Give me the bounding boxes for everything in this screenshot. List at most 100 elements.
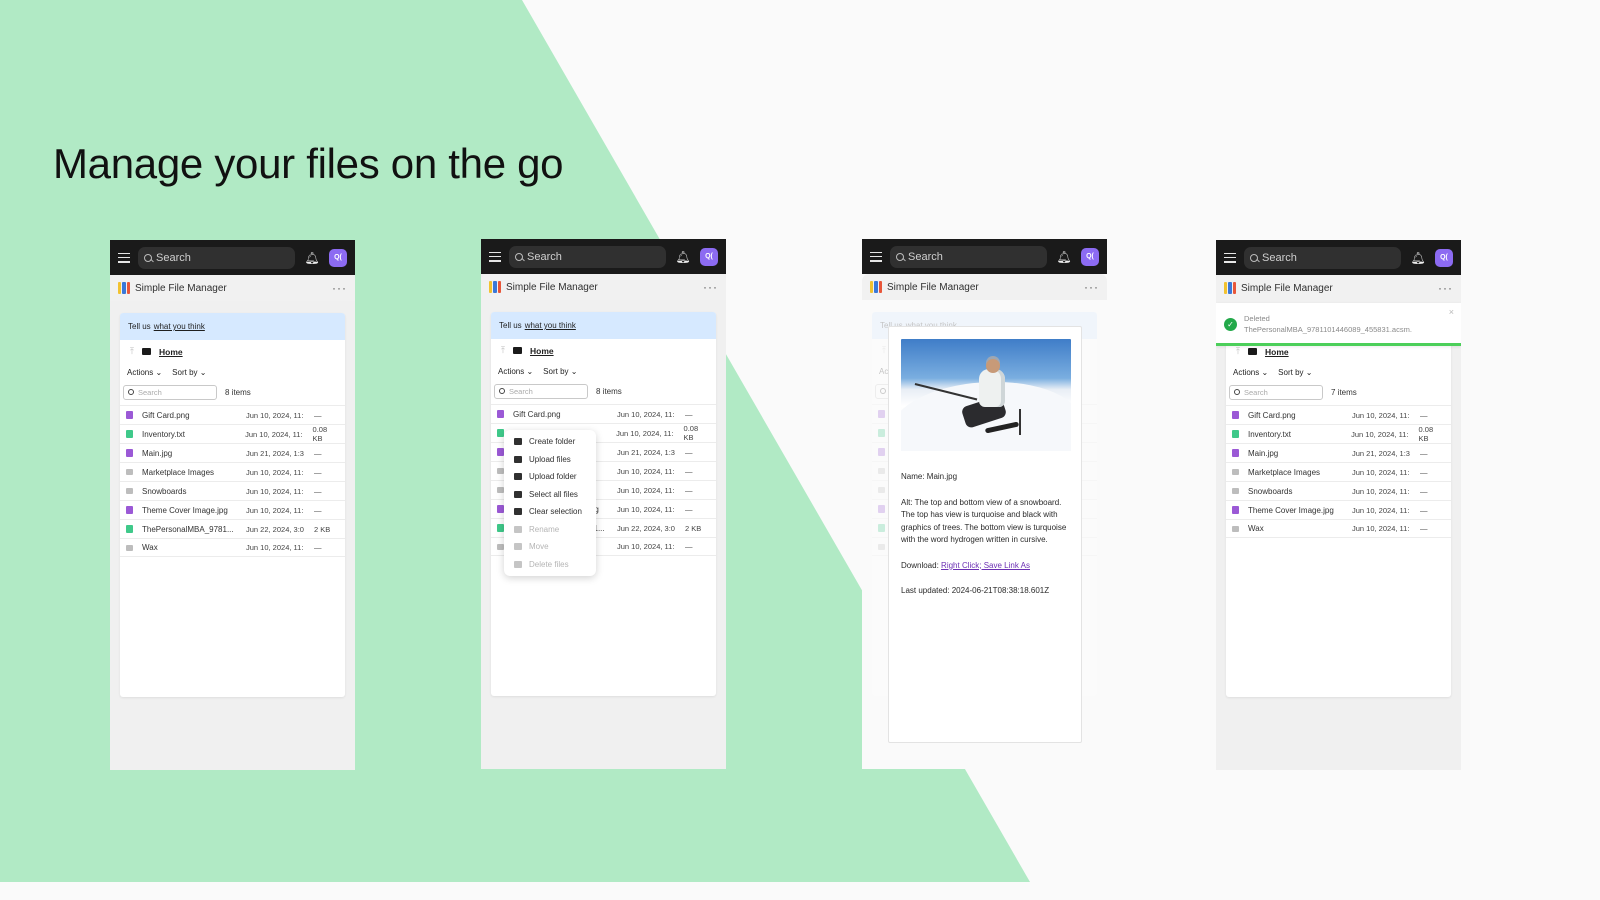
page-headline: Manage your files on the go xyxy=(53,140,564,187)
sort-dropdown[interactable]: Sort by ⌄ xyxy=(543,367,577,376)
menu-item-upload-files[interactable]: Upload files xyxy=(504,451,596,469)
file-name: Gift Card.png xyxy=(513,409,561,419)
menu-item-select-all-files[interactable]: Select all files xyxy=(504,486,596,504)
create-folder-icon xyxy=(514,438,522,446)
file-row[interactable]: Gift Card.png Jun 10, 2024, 11: — xyxy=(120,405,345,424)
file-manager-card: Tell us what you think ⤒ Home Actions ⌄ … xyxy=(1226,313,1451,697)
file-name: Main.jpg xyxy=(1248,448,1279,458)
list-search-row: Search 8 items xyxy=(491,380,716,402)
menu-item-create-folder[interactable]: Create folder xyxy=(504,433,596,451)
file-row[interactable]: Gift Card.png Jun 10, 2024, 11: — xyxy=(1226,405,1451,424)
file-size: — xyxy=(685,447,693,457)
file-row[interactable]: Main.jpg Jun 21, 2024, 1:3 — xyxy=(1226,443,1451,462)
photo-skier-head xyxy=(986,359,1000,373)
bell-icon[interactable]: 🔔︎ xyxy=(1409,251,1427,265)
bell-icon[interactable]: 🔔︎ xyxy=(1055,250,1073,264)
file-size: — xyxy=(685,504,693,514)
file-row[interactable]: Marketplace Images Jun 10, 2024, 11: — xyxy=(120,462,345,481)
file-search-input[interactable]: Search xyxy=(494,383,588,399)
text-file-icon xyxy=(878,524,885,532)
hamburger-icon[interactable] xyxy=(118,252,130,263)
file-row[interactable]: Snowboards Jun 10, 2024, 11: — xyxy=(1226,481,1451,500)
hamburger-icon[interactable] xyxy=(870,251,882,262)
file-name: Gift Card.png xyxy=(1248,410,1296,420)
menu-item-clear-selection[interactable]: Clear selection xyxy=(504,503,596,521)
trash-icon xyxy=(514,560,522,568)
toolbar: Actions ⌄ Sort by ⌄ xyxy=(491,362,716,380)
actions-dropdown[interactable]: Actions ⌄ xyxy=(498,367,533,376)
file-name: Inventory.txt xyxy=(142,429,185,439)
file-date: Jun 10, 2024, 11: xyxy=(617,466,675,476)
up-arrow-icon[interactable]: ⤒ xyxy=(501,345,505,356)
up-arrow-icon[interactable]: ⤒ xyxy=(1236,346,1240,357)
file-size: — xyxy=(1420,448,1428,458)
hamburger-icon[interactable] xyxy=(489,251,501,262)
file-size: — xyxy=(1420,505,1428,515)
more-icon[interactable]: ··· xyxy=(332,281,347,295)
check-circle-icon: ✓ xyxy=(1224,318,1237,331)
folder-icon xyxy=(497,487,504,493)
file-name: Theme Cover Image.jpg xyxy=(142,505,228,515)
file-size: 2 KB xyxy=(685,523,702,533)
file-row[interactable]: Inventory.txt Jun 10, 2024, 11: 0.08 KB xyxy=(1226,424,1451,443)
actions-dropdown[interactable]: Actions ⌄ xyxy=(1233,368,1268,377)
file-search-placeholder: Search xyxy=(1244,387,1268,397)
file-size: — xyxy=(1420,524,1428,533)
file-search-input[interactable]: Search xyxy=(123,384,217,400)
avatar[interactable]: Q( xyxy=(1435,248,1453,267)
up-arrow-icon[interactable]: ⤒ xyxy=(882,345,886,356)
file-row[interactable]: Theme Cover Image.jpg Jun 10, 2024, 11: — xyxy=(120,500,345,519)
file-row[interactable]: Theme Cover Image.jpg Jun 10, 2024, 11: — xyxy=(1226,500,1451,519)
file-row[interactable]: Snowboards Jun 10, 2024, 11: — xyxy=(120,481,345,500)
sort-dropdown[interactable]: Sort by ⌄ xyxy=(172,368,206,377)
more-icon[interactable]: ··· xyxy=(1438,281,1453,295)
folder-icon xyxy=(878,468,885,474)
app-name: Simple File Manager xyxy=(887,281,979,293)
top-navigation-bar: Search 🔔︎ Q( xyxy=(110,240,355,275)
menu-item-label: Upload files xyxy=(529,454,571,464)
global-search-input[interactable]: Search xyxy=(1244,246,1401,269)
global-search-input[interactable]: Search xyxy=(890,245,1047,268)
image-file-icon xyxy=(126,411,133,419)
file-row[interactable]: Wax Jun 10, 2024, 11: — xyxy=(1226,519,1451,538)
avatar[interactable]: Q( xyxy=(1081,247,1099,266)
feedback-link[interactable]: what you think xyxy=(525,321,576,330)
file-row[interactable]: ThePersonalMBA_9781... Jun 22, 2024, 3:0 2… xyxy=(120,519,345,538)
close-icon[interactable]: × xyxy=(1449,307,1454,317)
search-placeholder: Search xyxy=(1262,251,1297,264)
breadcrumb-home[interactable]: Home xyxy=(159,347,183,357)
file-search-input[interactable]: Search xyxy=(1229,384,1323,400)
folder-icon xyxy=(512,347,522,354)
sort-dropdown[interactable]: Sort by ⌄ xyxy=(1278,368,1312,377)
global-search-input[interactable]: Search xyxy=(138,246,295,269)
global-search-input[interactable]: Search xyxy=(509,245,666,268)
file-date: Jun 10, 2024, 11: xyxy=(1352,505,1410,515)
feedback-link[interactable]: what you think xyxy=(154,322,205,331)
more-icon[interactable]: ··· xyxy=(703,280,718,294)
file-date: Jun 21, 2024, 1:3 xyxy=(246,448,304,458)
image-file-icon xyxy=(126,449,133,457)
up-arrow-icon[interactable]: ⤒ xyxy=(130,346,134,357)
more-icon[interactable]: ··· xyxy=(1084,280,1099,294)
download-link[interactable]: Right Click; Save Link As xyxy=(941,561,1030,570)
file-row[interactable]: Wax Jun 10, 2024, 11: — xyxy=(120,538,345,557)
file-row[interactable]: Main.jpg Jun 21, 2024, 1:3 — xyxy=(120,443,345,462)
file-row[interactable]: Gift Card.png Jun 10, 2024, 11: — xyxy=(491,404,716,423)
avatar[interactable]: Q( xyxy=(329,248,347,267)
file-date: Jun 10, 2024, 11: xyxy=(616,428,674,438)
bell-icon[interactable]: 🔔︎ xyxy=(303,251,321,265)
toast-message: ThePersonalMBA_9781101446089_455831.acsm… xyxy=(1244,325,1412,334)
app-title-bar: Simple File Manager ··· xyxy=(1216,275,1461,301)
file-row[interactable]: Inventory.txt Jun 10, 2024, 11: 0.08 KB xyxy=(120,424,345,443)
bell-icon[interactable]: 🔔︎ xyxy=(674,250,692,264)
actions-dropdown[interactable]: Actions ⌄ xyxy=(127,368,162,377)
photo-skier-body xyxy=(979,369,1005,407)
breadcrumb-home[interactable]: Home xyxy=(1265,347,1289,357)
folder-icon xyxy=(126,544,133,551)
menu-item-upload-folder[interactable]: Upload folder xyxy=(504,468,596,486)
file-date: Jun 10, 2024, 11: xyxy=(246,543,304,552)
breadcrumb-home[interactable]: Home xyxy=(530,346,554,356)
hamburger-icon[interactable] xyxy=(1224,252,1236,263)
avatar[interactable]: Q( xyxy=(700,247,718,266)
file-row[interactable]: Marketplace Images Jun 10, 2024, 11: — xyxy=(1226,462,1451,481)
